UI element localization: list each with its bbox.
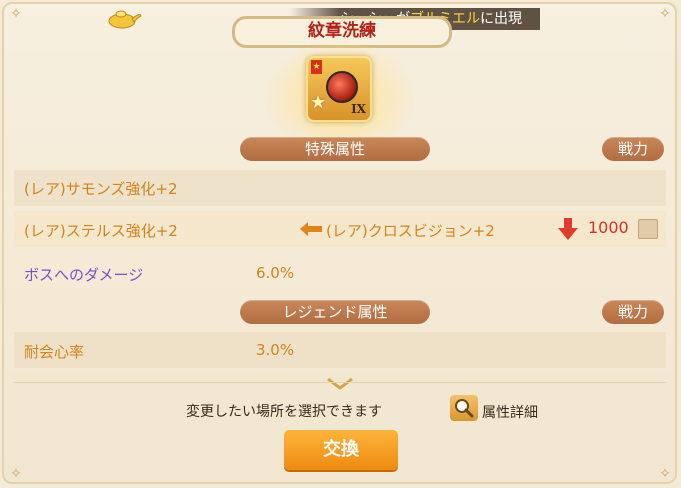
attr-row-3[interactable]: ボスへのダメージ — [24, 264, 143, 285]
emblem-rank: IX — [351, 102, 366, 116]
orb-icon — [326, 71, 358, 103]
lock-checkbox[interactable] — [638, 219, 658, 239]
corner-ornament-icon: ✧ — [10, 6, 22, 22]
corner-ornament-icon: ✧ — [659, 466, 671, 482]
attr-row-3-value: 6.0% — [256, 264, 295, 282]
detail-button[interactable] — [450, 395, 478, 421]
lamp-icon — [108, 10, 142, 29]
attr-row-2[interactable]: (レア)ステルス強化+2 — [24, 220, 178, 241]
emblem-item[interactable]: ★ ★ IX — [306, 56, 372, 122]
decrease-arrow-icon — [558, 218, 578, 240]
attr-row-bg — [14, 332, 666, 368]
legend-attr-row-1[interactable]: 耐会心率 — [24, 341, 84, 362]
magnifier-icon — [455, 399, 474, 418]
special-attr-header: 特殊属性 — [240, 137, 430, 161]
divider — [14, 382, 666, 383]
detail-label[interactable]: 属性詳細 — [482, 402, 538, 422]
power-button-legend[interactable]: 戦力 — [602, 300, 664, 324]
corner-ornament-icon: ✧ — [10, 466, 22, 482]
chevron-down-icon[interactable] — [326, 377, 354, 391]
attr-row-2-new: (レア)クロスビジョン+2 — [326, 222, 495, 240]
power-change-value: 1000 — [588, 218, 629, 237]
legend-attr-header: レジェンド属性 — [240, 300, 430, 324]
attr-row-1[interactable]: (レア)サモンズ強化+2 — [24, 178, 178, 199]
power-button[interactable]: 戦力 — [602, 137, 664, 161]
arrow-left-icon — [300, 222, 322, 236]
legend-attr-row-1-value: 3.0% — [256, 341, 295, 359]
notice-text-suffix: に出現 — [480, 11, 522, 27]
star-icon: ★ — [310, 92, 327, 113]
instruction-text: 変更したい場所を選択できます — [186, 404, 382, 420]
corner-ornament-icon: ✧ — [659, 6, 671, 22]
exchange-button[interactable]: 交換 — [284, 430, 398, 470]
flag-icon: ★ — [311, 60, 322, 74]
